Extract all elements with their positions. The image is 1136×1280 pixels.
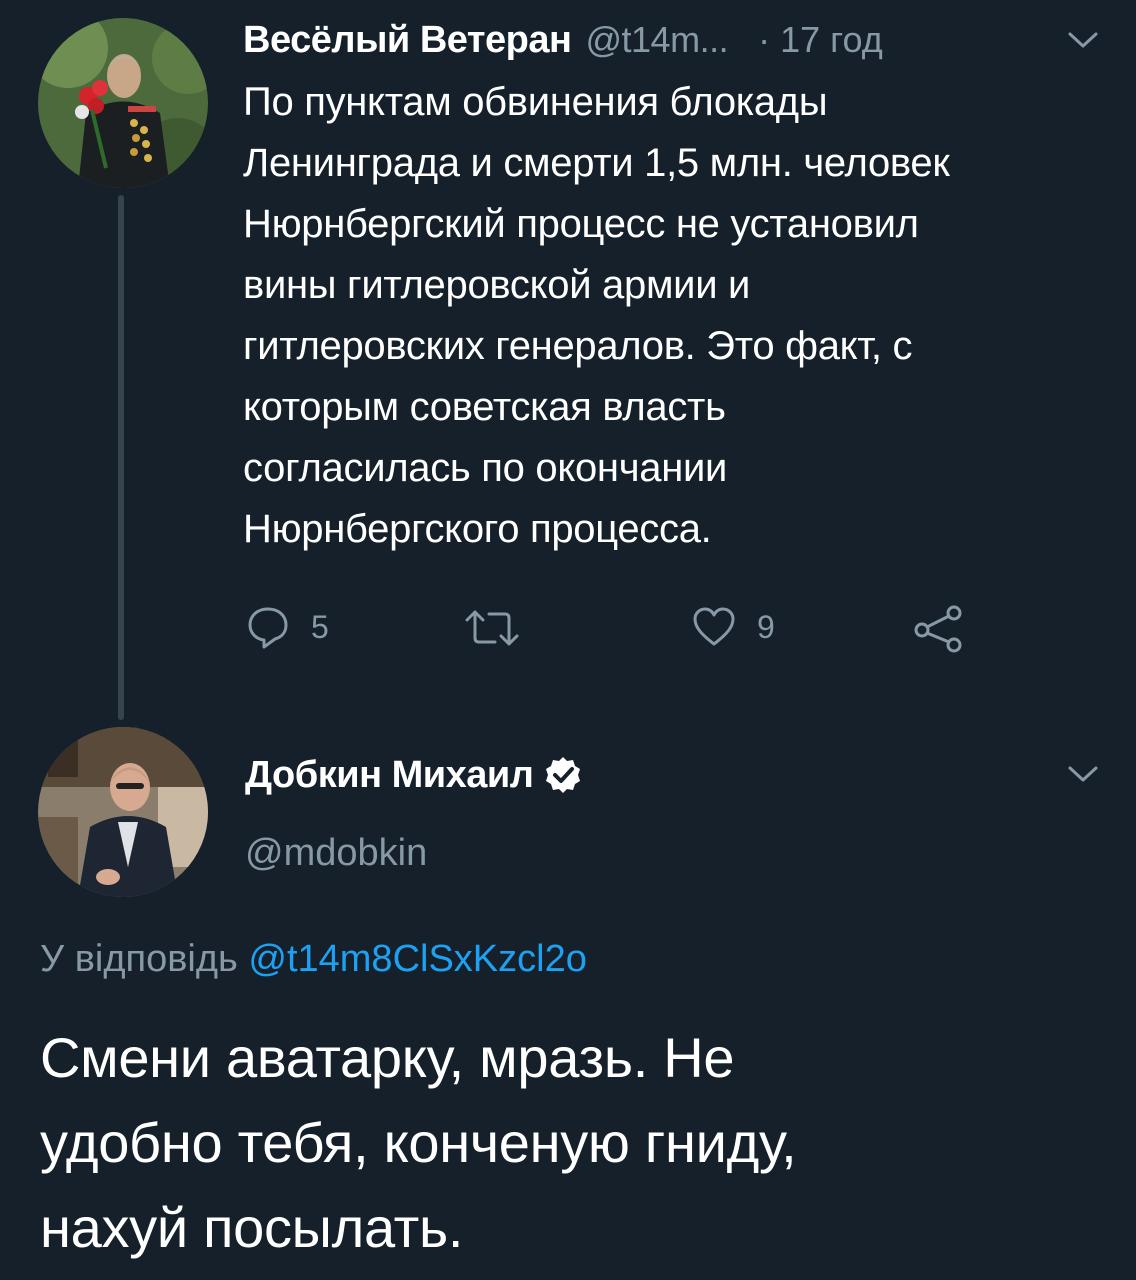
reply-text-line: Смени аватарку, мразь. Не [40, 1026, 735, 1089]
tweet-text: По пунктам обвинения блокады Ленинграда … [243, 72, 1123, 560]
tweet-text-line: Ленинграда и смерти 1,5 млн. человек [243, 141, 950, 185]
separator-dot: · [758, 19, 771, 60]
tweet-text-line: Нюрнбергского процесса. [243, 507, 712, 551]
tweet-timestamp[interactable]: 17 год [780, 19, 883, 61]
thread-connector-line [118, 195, 124, 720]
author-name[interactable]: Весёлый Ветеран [243, 19, 572, 62]
chevron-down-icon[interactable] [1066, 28, 1100, 52]
reply-icon [248, 607, 288, 649]
like-button[interactable]: 9 [691, 606, 775, 648]
tweet-text-line: вины гитлеровской армии и [243, 263, 751, 307]
replying-to-label: У відповідь [40, 938, 238, 980]
retweet-button[interactable] [463, 608, 521, 648]
tweet-text-line: которым советская власть [243, 385, 726, 429]
chevron-down-icon[interactable] [1066, 762, 1100, 786]
tweet-text-line: По пунктам обвинения блокады [243, 80, 828, 124]
author-handle[interactable]: @t14m... [585, 19, 728, 61]
replying-to-mention-link[interactable]: @t14m8ClSxKzcl2o [248, 938, 586, 980]
reply-tweet-text: Смени аватарку, мразь. Не удобно тебя, к… [40, 1015, 1120, 1270]
reply-count: 5 [311, 608, 329, 645]
reply-author-avatar[interactable] [38, 727, 208, 897]
like-count: 9 [757, 608, 775, 645]
tweet-header: Весёлый Ветеран @t14m... · 17 год [243, 14, 883, 66]
verified-badge-icon [546, 757, 581, 793]
reply-author-name[interactable]: Добкин Михаил [245, 754, 534, 797]
retweet-icon [465, 610, 519, 646]
tweet-text-line: гитлеровских генералов. Это факт, с [243, 324, 913, 368]
reply-button[interactable]: 5 [245, 604, 329, 650]
tweet-text-line: Нюрнбергский процесс не установил [243, 202, 919, 246]
share-button[interactable] [912, 604, 964, 654]
replying-to-line: У відповідь @t14m8ClSxKzcl2o [40, 938, 587, 981]
share-icon [914, 605, 962, 653]
reply-text-line: удобно тебя, конченую гниду, [40, 1111, 797, 1174]
reply-author-handle[interactable]: @mdobkin [245, 832, 427, 875]
reply-author-row: Добкин Михаил [245, 748, 583, 802]
reply-text-line: нахуй посылать. [40, 1196, 464, 1259]
heart-icon [693, 607, 735, 646]
tweet-text-line: согласилась по окончании [243, 446, 728, 490]
author-avatar[interactable] [38, 18, 208, 188]
